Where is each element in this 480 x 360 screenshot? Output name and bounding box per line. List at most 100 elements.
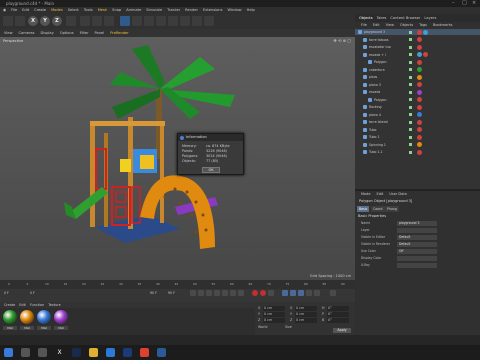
attribute-value[interactable]	[397, 263, 437, 268]
material-tag-icon[interactable]	[417, 127, 422, 132]
attribute-value[interactable]: playground 3	[397, 221, 437, 226]
visibility-check-icon[interactable]	[409, 75, 412, 79]
om-menu-file[interactable]: File	[361, 23, 367, 27]
param-key-icon[interactable]	[306, 290, 312, 296]
go-start-icon[interactable]	[190, 290, 196, 296]
prev-key-icon[interactable]	[198, 290, 204, 296]
om-tab-objects[interactable]: Objects	[359, 16, 373, 20]
om-menu-objects[interactable]: Objects	[400, 23, 413, 27]
object-row[interactable]: escada	[355, 89, 480, 95]
object-row[interactable]: plano 3	[355, 82, 480, 88]
om-menu-tags[interactable]: Tags	[419, 23, 427, 27]
visibility-check-icon[interactable]	[409, 60, 412, 64]
material-label[interactable]: Mat	[54, 326, 68, 330]
minimize-icon[interactable]: –	[452, 0, 455, 7]
x-icon[interactable]: X	[55, 348, 64, 357]
visibility-check-icon[interactable]	[409, 113, 412, 116]
menu-snap[interactable]: Snap	[112, 8, 121, 12]
coord-field[interactable]: 0 cm	[263, 318, 285, 323]
current-frame-field[interactable]: 0 F	[4, 290, 9, 296]
render-settings-icon[interactable]	[104, 16, 114, 26]
render-picture-icon[interactable]	[92, 16, 102, 26]
viewport[interactable]: Perspective ✥ ⟲ ⊕ ▢ Grid Spacing: 1000 …	[0, 37, 355, 280]
material-label[interactable]: Mat	[37, 326, 51, 330]
subdivision-icon[interactable]	[144, 16, 154, 26]
coord-field[interactable]: 0°	[327, 318, 349, 323]
menu-select[interactable]: Select	[68, 8, 79, 12]
om-menu-view[interactable]: View	[386, 23, 394, 27]
object-row[interactable]: Rocking	[355, 104, 480, 110]
scale-key-icon[interactable]	[298, 290, 304, 296]
menu-create[interactable]: Create	[34, 8, 46, 12]
attribute-value[interactable]: Off	[397, 249, 437, 254]
object-row[interactable]: escalador tuo	[355, 44, 480, 50]
timeline-ruler[interactable]: 0 5 10 15 20 25 30 35 40 45 50 55 60 65 70 75 80 85 90	[0, 280, 355, 289]
menu-modes[interactable]: Modes	[51, 8, 63, 12]
material-tag-icon[interactable]	[417, 59, 422, 65]
material-tag-icon[interactable]	[417, 149, 422, 155]
visibility-check-icon[interactable]	[409, 143, 412, 146]
material-tag-icon[interactable]	[417, 89, 422, 95]
coord-field[interactable]: 0°	[327, 306, 349, 311]
object-row[interactable]: Tubo	[355, 127, 480, 133]
om-tab-content-browser[interactable]: Content Browser	[390, 16, 420, 20]
prev-frame-icon[interactable]	[206, 290, 212, 296]
visibility-check-icon[interactable]	[409, 128, 412, 131]
menu-help[interactable]: Help	[247, 8, 255, 12]
material-tag-icon[interactable]	[417, 67, 422, 72]
material-tag-icon[interactable]	[417, 52, 422, 57]
cinema4d-icon[interactable]	[72, 348, 81, 357]
menu-simulate[interactable]: Simulate	[146, 8, 162, 12]
material-swatch[interactable]	[54, 310, 68, 324]
visibility-check-icon[interactable]	[409, 83, 412, 86]
coord-field[interactable]: 0 cm	[295, 306, 317, 311]
visibility-check-icon[interactable]	[409, 135, 412, 139]
maximize-icon[interactable]: □	[462, 0, 467, 7]
menu-render[interactable]: Render	[185, 8, 198, 12]
material-tag-icon[interactable]	[417, 104, 422, 110]
viewport-menu-prorender[interactable]: ProRender	[110, 31, 129, 35]
play-icon[interactable]	[214, 290, 220, 296]
material-tag-icon[interactable]	[417, 29, 422, 35]
axis-y-button[interactable]: Y	[40, 16, 50, 26]
menu-tools[interactable]: Tools	[84, 8, 93, 12]
cube-icon[interactable]	[120, 16, 130, 26]
end-frame-field-2[interactable]: 90 F	[168, 290, 175, 296]
axis-x-button[interactable]: X	[28, 16, 38, 26]
material-tag-icon[interactable]	[417, 44, 422, 50]
pen-icon[interactable]	[132, 16, 142, 26]
attribute-value[interactable]	[397, 228, 437, 233]
material-tag-icon[interactable]	[417, 82, 422, 87]
attribute-menu-user-data[interactable]: User Data	[389, 192, 406, 196]
record-icon[interactable]	[252, 290, 258, 296]
render-view-icon[interactable]	[80, 16, 90, 26]
visibility-check-icon[interactable]	[409, 105, 412, 109]
material-swatch[interactable]	[20, 310, 34, 324]
start-icon[interactable]	[4, 348, 13, 357]
om-tab-layers[interactable]: Layers	[424, 16, 436, 20]
material-tag-icon[interactable]	[423, 29, 428, 35]
material-menu-function[interactable]: Function	[30, 303, 44, 307]
chrome-icon[interactable]	[140, 348, 149, 357]
rotate-key-icon[interactable]	[290, 290, 296, 296]
object-row[interactable]: plano 4	[355, 112, 480, 118]
floor-icon[interactable]	[180, 16, 190, 26]
move-tool-icon[interactable]	[15, 16, 25, 26]
object-row[interactable]: Tubo 1.1	[355, 149, 480, 155]
autokey-icon[interactable]	[260, 290, 266, 296]
visibility-check-icon[interactable]	[409, 53, 412, 56]
start-frame-field[interactable]: 0 F	[30, 290, 35, 296]
coord-field[interactable]: 0°	[327, 312, 349, 317]
close-icon[interactable]: ×	[472, 0, 476, 7]
object-row[interactable]: torre tabuas	[355, 37, 480, 43]
object-row[interactable]: torre lateral	[355, 119, 480, 125]
material-tag-icon[interactable]	[417, 142, 422, 147]
move-key-icon[interactable]	[282, 290, 288, 296]
folder-icon[interactable]	[89, 348, 98, 357]
ok-button[interactable]: OK	[202, 167, 220, 173]
viewport-menu-view[interactable]: View	[4, 31, 13, 35]
attribute-tab-coord[interactable]: Coord.	[371, 206, 386, 212]
material-label[interactable]: Mat	[20, 326, 34, 330]
viewport-menu-cameras[interactable]: Cameras	[19, 31, 35, 35]
timeline-menu-icon[interactable]	[330, 290, 336, 296]
